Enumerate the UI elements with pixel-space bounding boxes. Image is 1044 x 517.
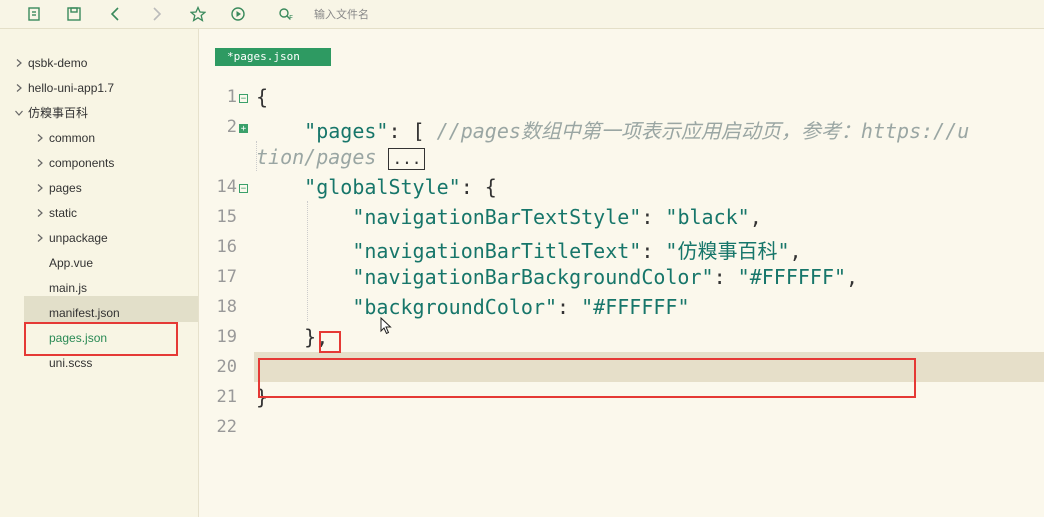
- tree-label: App.vue: [49, 256, 94, 270]
- annotation-box-line-20: [258, 358, 916, 398]
- line-number: 1: [226, 87, 237, 107]
- tab-pages-json[interactable]: *pages.json: [215, 48, 331, 66]
- folded-region-button[interactable]: ...: [388, 148, 426, 170]
- code-line-2: "pages": [ //pages数组中第一项表示应用启动页，参考：https…: [304, 119, 970, 143]
- line-number: 17: [216, 267, 237, 287]
- toolbar: F 输入文件名: [0, 0, 1044, 29]
- tree-file-manifest-json[interactable]: manifest.json: [49, 302, 120, 324]
- line-number: 22: [216, 417, 237, 437]
- fold-collapse-icon[interactable]: −: [239, 184, 248, 193]
- chevron-right-icon[interactable]: [14, 52, 24, 74]
- code-line-15: "navigationBarTextStyle": "black",: [352, 205, 762, 229]
- save-icon[interactable]: [64, 4, 84, 24]
- tree-label: pages: [49, 181, 82, 195]
- tree-folder-components[interactable]: components: [37, 152, 115, 174]
- tree-label: common: [49, 131, 96, 145]
- tree-folder-unpackage[interactable]: unpackage: [37, 227, 108, 249]
- tree-label: main.js: [49, 281, 88, 295]
- annotation-box-comma: [319, 331, 341, 353]
- tree-folder-common[interactable]: common: [37, 127, 96, 149]
- run-icon[interactable]: [228, 4, 248, 24]
- forward-icon[interactable]: [146, 4, 166, 24]
- chevron-right-icon[interactable]: [35, 227, 45, 249]
- tree-label: components: [49, 156, 115, 170]
- chevron-right-icon[interactable]: [35, 177, 45, 199]
- tree-project-hello-uni-app[interactable]: hello-uni-app1.7: [16, 77, 115, 99]
- tree-file-main-js[interactable]: main.js: [49, 277, 87, 299]
- line-number: 15: [216, 207, 237, 227]
- tree-label: hello-uni-app1.7: [28, 81, 115, 95]
- tree-project-qsbk-demo[interactable]: qsbk-demo: [16, 52, 88, 74]
- line-number: 18: [216, 297, 237, 317]
- tree-folder-pages[interactable]: pages: [37, 177, 82, 199]
- back-icon[interactable]: [106, 4, 126, 24]
- line-number: 19: [216, 327, 237, 347]
- chevron-right-icon[interactable]: [14, 77, 24, 99]
- code-line-2-wrap: tion/pages ...: [256, 145, 426, 170]
- chevron-right-icon[interactable]: [35, 152, 45, 174]
- chevron-right-icon[interactable]: [35, 202, 45, 224]
- svg-text:F: F: [289, 14, 293, 22]
- code-line-1: {: [256, 85, 269, 109]
- tree-label: uni.scss: [49, 356, 93, 370]
- code-line-18: "backgroundColor": "#FFFFFF": [352, 295, 690, 319]
- star-icon[interactable]: [188, 4, 208, 24]
- file-search-input[interactable]: 输入文件名: [314, 6, 369, 22]
- code-line-16: "navigationBarTitleText": "仿糗事百科",: [352, 239, 802, 263]
- line-number: 20: [216, 357, 237, 377]
- search-file-icon[interactable]: F: [276, 4, 296, 24]
- tree-label: 仿糗事百科: [28, 106, 89, 120]
- tree-file-app-vue[interactable]: App.vue: [49, 252, 93, 274]
- new-file-icon[interactable]: [24, 4, 44, 24]
- fold-expand-icon[interactable]: +: [239, 124, 248, 133]
- tree-folder-static[interactable]: static: [37, 202, 78, 224]
- line-number: 2: [226, 117, 237, 137]
- line-number: 21: [216, 387, 237, 407]
- code-line-14: "globalStyle": {: [304, 175, 497, 199]
- mouse-pointer-icon: [380, 317, 392, 335]
- tree-label: static: [49, 206, 78, 220]
- line-number: 16: [216, 237, 237, 257]
- code-editor[interactable]: *pages.json 1 2 14 15 16 17 18 19 20 21 …: [199, 29, 1044, 517]
- line-number: 14: [216, 177, 237, 197]
- chevron-right-icon[interactable]: [35, 127, 45, 149]
- tree-label: unpackage: [49, 231, 108, 245]
- tree-label: manifest.json: [49, 306, 120, 320]
- fold-collapse-icon[interactable]: −: [239, 94, 248, 103]
- tree-label: qsbk-demo: [28, 56, 88, 70]
- annotation-box-sidebar: [24, 322, 178, 356]
- code-line-17: "navigationBarBackgroundColor": "#FFFFFF…: [352, 265, 859, 289]
- chevron-down-icon[interactable]: [14, 102, 24, 124]
- code-line-19: },: [304, 325, 329, 349]
- tree-project-qiushi[interactable]: 仿糗事百科: [15, 102, 89, 124]
